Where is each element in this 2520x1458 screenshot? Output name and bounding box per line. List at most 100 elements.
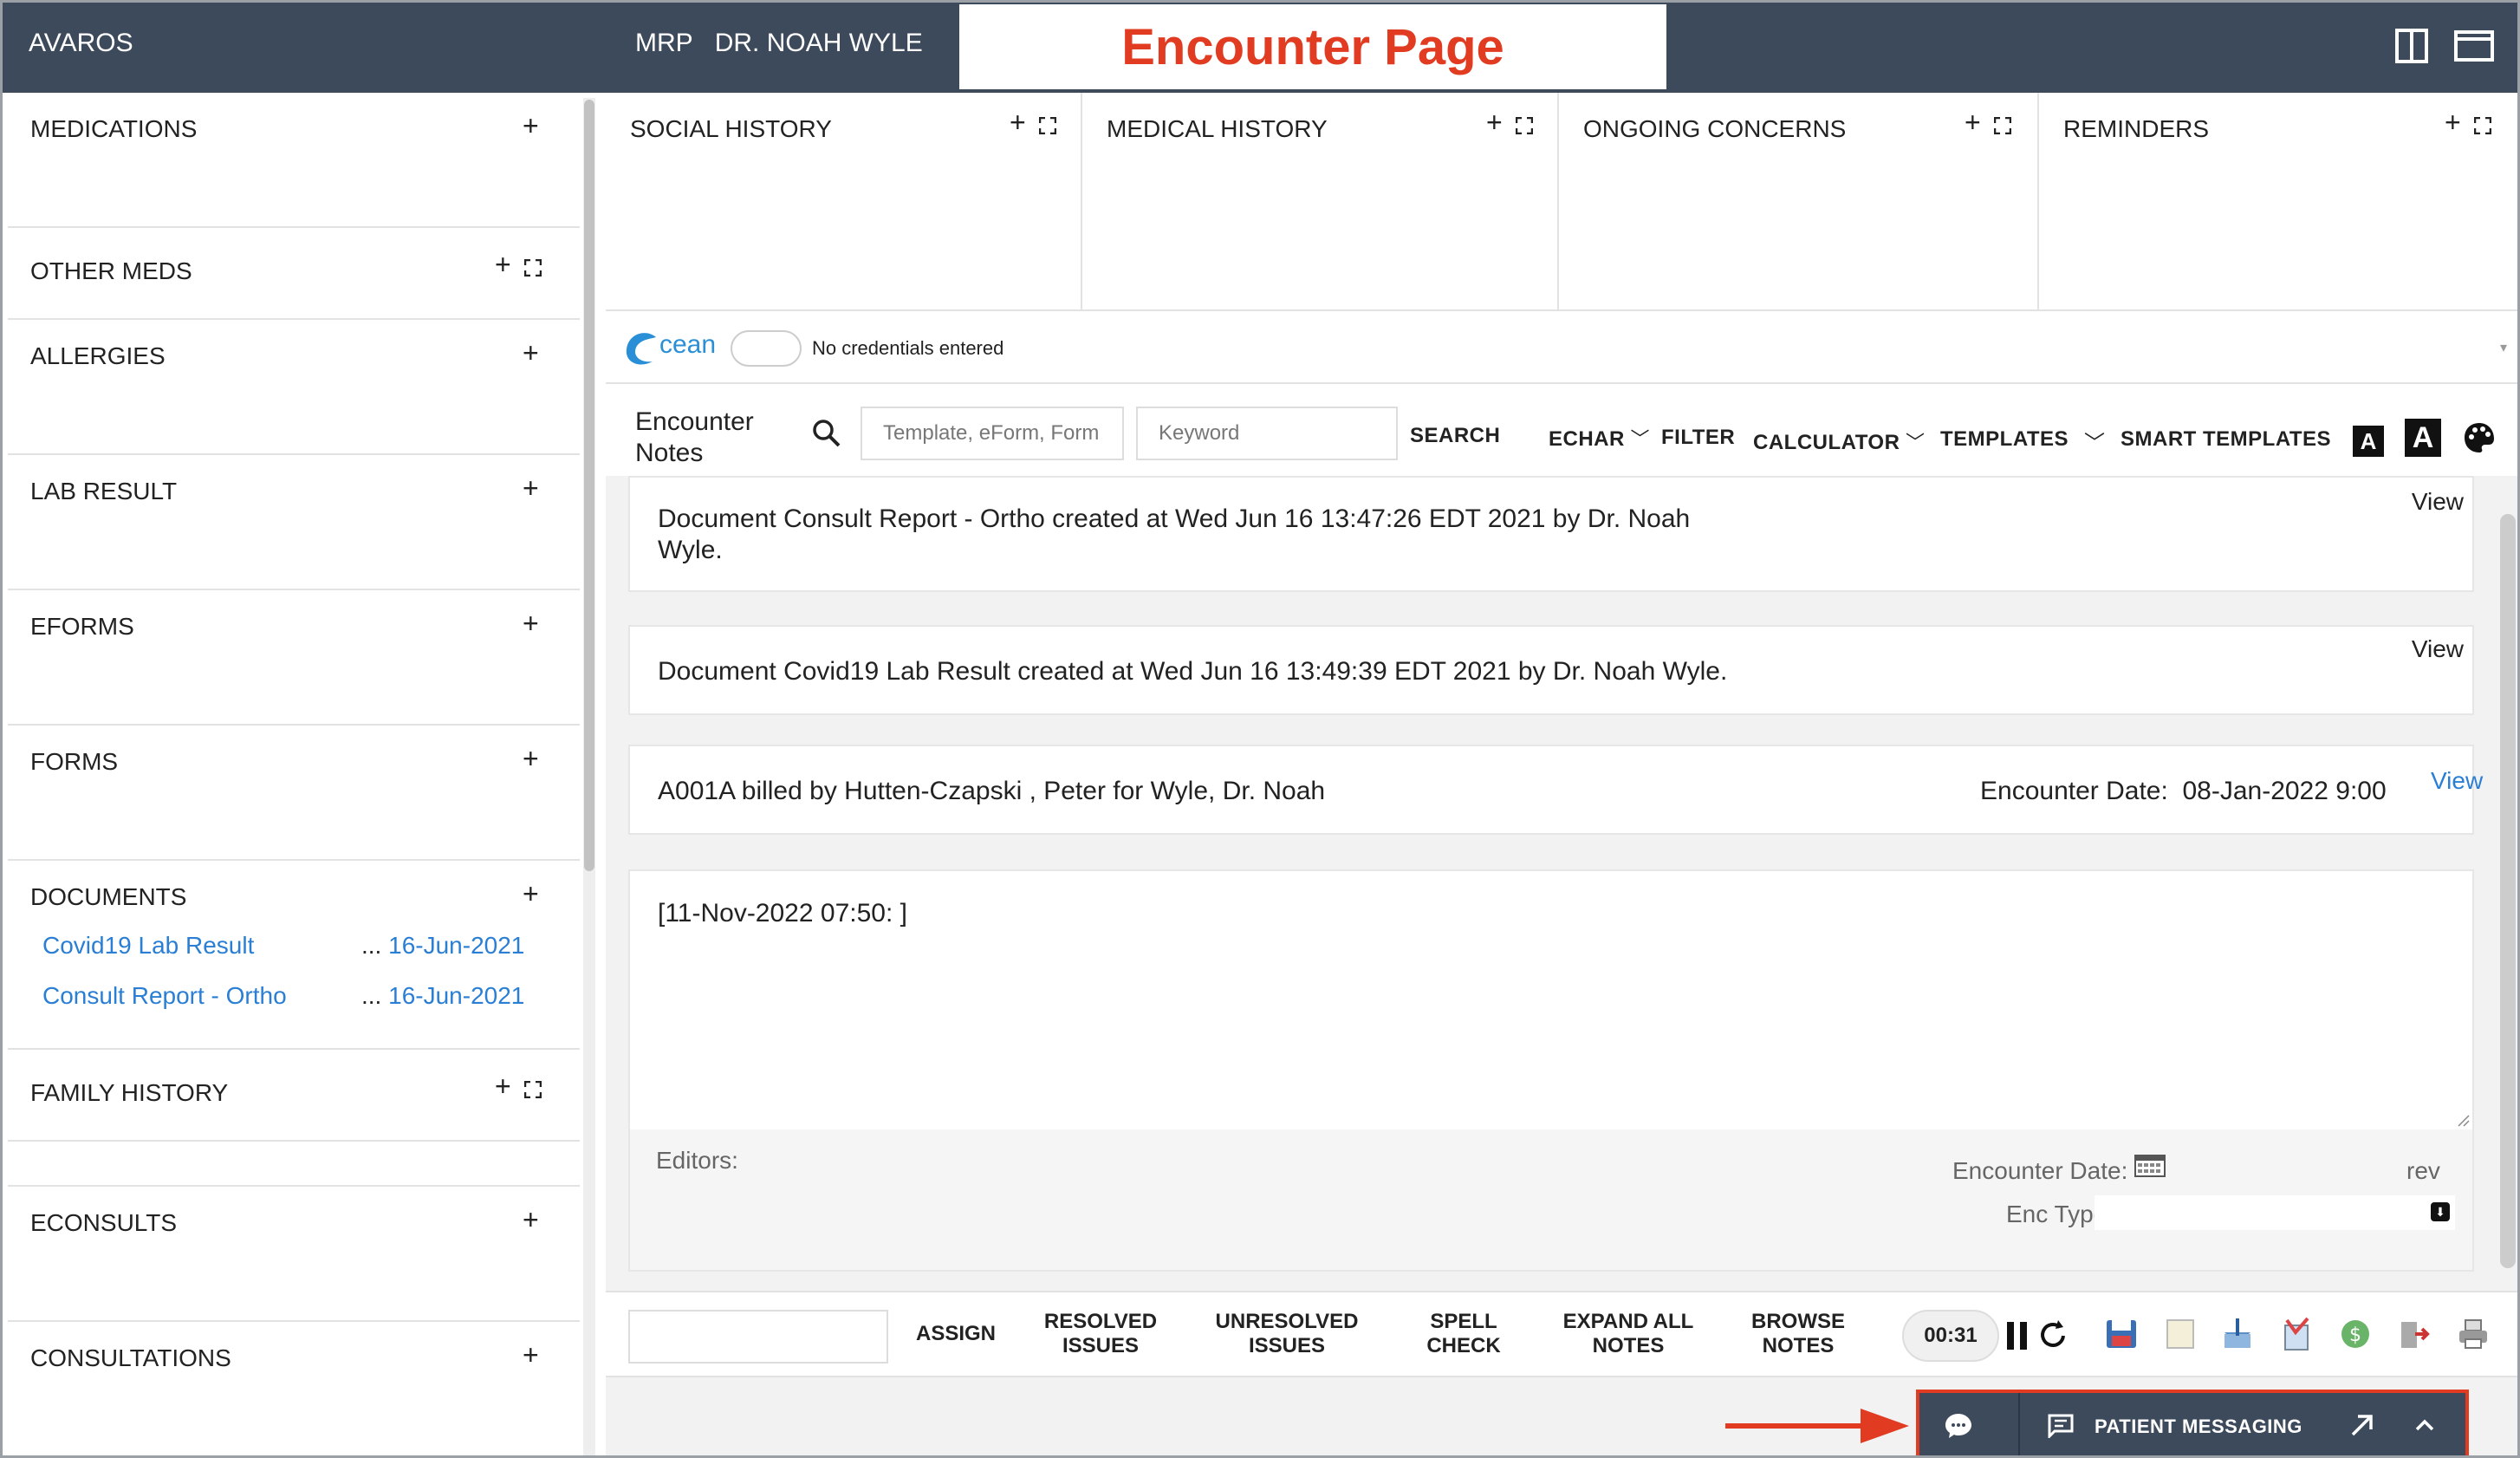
patient-messaging-bar[interactable]: PATIENT MESSAGING [1916,1390,2469,1455]
filter-button[interactable]: FILTER [1661,426,1735,450]
encounter-date: Encounter Date: 08-Jan-2022 9:00 [1980,777,2387,805]
card-title: MEDICAL HISTORY [1107,115,1328,142]
chat-bubble-icon[interactable] [1944,1412,1973,1440]
templates-menu[interactable]: TEMPLATES [1940,427,2069,452]
left-sidebar: MEDICATIONS + OTHER MEDS + ALLERGIES + L… [8,93,580,1455]
add-form-button[interactable]: + [523,745,539,772]
expand-all-notes-button[interactable]: EXPAND ALL NOTES [1559,1310,1698,1358]
encounter-note[interactable]: Document Covid19 Lab Result created at W… [628,625,2474,715]
note-editor-text[interactable]: [11-Nov-2022 07:50: ] [658,899,907,928]
maximize-window-icon[interactable] [2453,27,2495,65]
calendar-icon[interactable] [2134,1154,2166,1178]
refresh-icon[interactable] [2037,1317,2070,1351]
chevron-down-icon[interactable]: ﹀ [2084,426,2106,456]
browse-notes-button[interactable]: BROWSE NOTES [1746,1310,1850,1358]
smart-templates-button[interactable]: SMART TEMPLATES [2121,427,2331,452]
encounter-note[interactable]: Document Consult Report - Ortho created … [628,476,2474,592]
card-ongoing-concerns[interactable]: ONGOING CONCERNS + [1559,93,2039,311]
font-size-small-icon[interactable]: A [2353,426,2384,457]
expand-icon[interactable] [1994,117,2011,134]
spell-check-button[interactable]: SPELL CHECK [1420,1310,1507,1358]
add-other-med-button[interactable]: + [495,251,511,278]
assign-button[interactable]: ASSIGN [916,1322,996,1346]
side-panel-icon[interactable] [2394,27,2429,65]
content-scrollbar[interactable] [2500,514,2516,1268]
add-medication-button[interactable]: + [523,112,539,140]
sign-verify-icon[interactable] [2280,1317,2313,1351]
keyword-input[interactable]: Keyword [1136,407,1398,460]
add-reminder-button[interactable]: + [2445,108,2461,136]
add-allergy-button[interactable]: + [523,339,539,367]
sidebar-section-consultations[interactable]: CONSULTATIONS + [8,1322,580,1455]
enc-type-select[interactable]: ⬇ [2095,1195,2455,1230]
palette-icon[interactable] [2462,420,2497,455]
sidebar-section-medications[interactable]: MEDICATIONS + [8,93,580,228]
add-social-history-button[interactable]: + [1010,108,1026,136]
echart-menu[interactable]: ECHAR ﹀ [1549,424,1650,452]
card-title: ONGOING CONCERNS [1583,115,1847,142]
view-note-link[interactable]: View [2412,635,2464,663]
pop-out-icon[interactable] [2349,1412,2375,1438]
calculator-menu[interactable]: CALCULATOR ﹀ [1753,427,1926,455]
add-lab-result-button[interactable]: + [523,474,539,502]
card-medical-history[interactable]: MEDICAL HISTORY + [1082,93,1559,311]
add-consultation-button[interactable]: + [523,1341,539,1369]
print-icon[interactable] [2457,1317,2490,1351]
expand-icon[interactable] [524,259,542,277]
ocean-dropdown-icon[interactable]: ▾ [2500,339,2507,356]
sidebar-section-forms[interactable]: FORMS + [8,726,580,861]
sidebar-section-documents[interactable]: DOCUMENTS + Covid19 Lab Result ... 16-Ju… [8,861,580,1050]
note-icon[interactable] [2164,1317,2197,1351]
svg-text:$: $ [2349,1325,2361,1346]
scrollbar-thumb[interactable] [584,100,594,871]
view-note-link[interactable]: View [2412,488,2464,516]
document-date[interactable]: ... 16-Jun-2021 [361,982,524,1010]
search-icon[interactable] [812,419,841,448]
card-reminders[interactable]: REMINDERS + [2039,93,2517,311]
sidebar-section-econsults[interactable]: ECONSULTS + [8,1187,580,1322]
billing-icon[interactable]: $ [2339,1317,2372,1351]
add-eform-button[interactable]: + [523,609,539,637]
dropdown-arrow-icon[interactable]: ⬇ [2431,1202,2450,1221]
ocean-toggle[interactable] [731,330,802,367]
add-family-history-button[interactable]: + [495,1072,511,1100]
sidebar-spacer [8,1142,580,1187]
add-econsult-button[interactable]: + [523,1206,539,1233]
sign-save-icon[interactable] [2221,1317,2254,1351]
sidebar-section-lab-result[interactable]: LAB RESULT + [8,455,580,590]
sidebar-section-eforms[interactable]: EFORMS + [8,590,580,726]
brand-name: AVAROS [29,29,133,57]
sidebar-section-allergies[interactable]: ALLERGIES + [8,320,580,455]
sidebar-section-other-meds[interactable]: OTHER MEDS + [8,228,580,320]
note-editor[interactable]: [11-Nov-2022 07:50: ] Editors: Encounter… [628,869,2474,1272]
document-date[interactable]: ... 16-Jun-2021 [361,932,524,960]
resolved-issues-button[interactable]: RESOLVED ISSUES [1036,1310,1166,1358]
sidebar-section-family-history[interactable]: FAMILY HISTORY + [8,1050,580,1142]
template-search-input[interactable]: Template, eForm, Form [861,407,1124,460]
add-document-button[interactable]: + [523,880,539,908]
add-medical-history-button[interactable]: + [1486,108,1503,136]
chevron-up-icon[interactable] [2413,1416,2436,1435]
resize-handle-icon[interactable] [2457,1114,2471,1128]
exit-icon[interactable] [2398,1317,2431,1351]
document-link[interactable]: Consult Report - Ortho [42,982,287,1010]
expand-icon[interactable] [1039,117,1056,134]
save-icon[interactable] [2105,1317,2138,1351]
expand-icon[interactable] [2474,117,2491,134]
view-note-link[interactable]: View [2431,767,2483,795]
billing-note[interactable]: A001A billed by Hutten-Czapski , Peter f… [628,745,2483,835]
section-title: FAMILY HISTORY [30,1079,229,1106]
expand-icon[interactable] [1516,117,1533,134]
unresolved-issues-button[interactable]: UNRESOLVED ISSUES [1209,1310,1365,1358]
pause-icon[interactable] [2004,1318,2030,1353]
expand-icon[interactable] [524,1081,542,1098]
font-size-large-icon[interactable]: A [2405,419,2441,457]
patient-messaging-label[interactable]: PATIENT MESSAGING [2095,1416,2302,1438]
page-title: Encounter Page [1121,18,1504,75]
sidebar-scrollbar[interactable] [583,98,595,1455]
search-button[interactable]: SEARCH [1410,424,1500,448]
document-link[interactable]: Covid19 Lab Result [42,932,254,960]
card-social-history[interactable]: SOCIAL HISTORY + [606,93,1082,311]
assign-input[interactable] [628,1310,888,1364]
add-ongoing-concern-button[interactable]: + [1965,108,1981,136]
